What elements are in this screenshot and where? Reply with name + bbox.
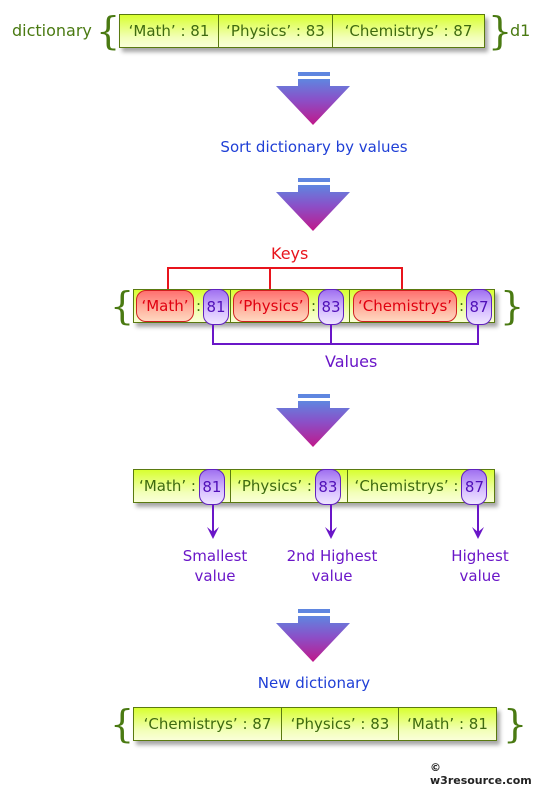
value-pill: 87: [466, 289, 493, 325]
dict-pair: ‘Chemistrys’ : 87: [348, 469, 494, 505]
keys-connector: [167, 267, 403, 269]
value-pill: 83: [318, 289, 345, 325]
down-arrow-icon: [276, 609, 350, 662]
new-dictionary: ‘Chemistrys’ : 87 ‘Physics’ : 83 ‘Math’ …: [133, 707, 497, 741]
open-brace: {: [96, 9, 121, 53]
key-text: ‘Physics’ :: [237, 477, 312, 495]
key-pill: ‘Chemistrys’: [353, 290, 457, 322]
pointer-arrow-icon: [325, 505, 337, 539]
annotation-line: value: [311, 567, 353, 585]
colon: :: [196, 297, 202, 315]
values-connector: [212, 325, 214, 345]
values-label: Values: [325, 352, 378, 371]
dict-item: ‘Chemistrys’ : 87: [344, 22, 473, 40]
dictionary-label: dictionary: [12, 21, 92, 40]
annotation-line: value: [459, 567, 501, 585]
values-connector: [477, 325, 479, 345]
key-text: ‘Chemistrys’ :: [354, 477, 459, 495]
key-text: ‘Math’ :: [139, 477, 196, 495]
keys-connector: [167, 267, 169, 289]
sort-step-label: Sort dictionary by values: [220, 138, 408, 156]
new-dictionary-label: New dictionary: [257, 674, 371, 692]
dict-item: ‘Physics’ : 83: [282, 708, 399, 740]
close-brace: }: [488, 9, 513, 53]
close-brace: }: [503, 702, 528, 746]
down-arrow-icon: [276, 72, 350, 125]
annotation-line: Highest: [451, 547, 509, 565]
key-pill: ‘Physics’: [233, 290, 309, 322]
value-pill: 83: [314, 469, 341, 505]
dict-pair: ‘Physics’ : 83: [231, 289, 350, 325]
open-brace: {: [110, 702, 135, 746]
dict-item: ‘Math’ : 81: [407, 715, 488, 733]
down-arrow-icon: [276, 394, 350, 447]
keys-connector: [401, 267, 403, 289]
value-pill: 87: [461, 469, 488, 505]
second-highest-annotation: 2nd Highest value: [276, 546, 388, 586]
annotation-line: value: [194, 567, 236, 585]
pointer-arrow-icon: [207, 505, 219, 539]
close-brace: }: [500, 284, 525, 328]
dict-item: ‘Chemistrys’ : 87: [134, 708, 282, 740]
value-pill: 81: [203, 289, 230, 325]
key-pill: ‘Math’: [136, 290, 194, 322]
highest-value-annotation: Highest value: [440, 546, 520, 586]
dict-pair: ‘Chemistrys’ : 87: [350, 289, 494, 325]
dict-pair: ‘Physics’ : 83: [231, 469, 348, 505]
values-connector: [212, 343, 479, 345]
colon: :: [459, 297, 465, 315]
colon: :: [311, 297, 317, 315]
open-brace: {: [110, 284, 135, 328]
key-value-dictionary: ‘Math’ : 81 ‘Physics’ : 83 ‘Chemistrys’ …: [133, 289, 495, 325]
value-pill: 81: [198, 469, 225, 505]
keys-label: Keys: [271, 244, 309, 263]
down-arrow-icon: [276, 178, 350, 231]
dict-pair: ‘Math’ : 81: [134, 289, 231, 325]
dict-item: ‘Physics’ : 83: [219, 15, 333, 47]
copyright-text: © w3resource.com: [430, 761, 532, 787]
pointer-arrow-icon: [472, 505, 484, 539]
smallest-value-annotation: Smallest value: [170, 546, 260, 586]
dict-item: ‘Math’ : 81: [120, 15, 219, 47]
annotation-line: Smallest: [182, 547, 248, 565]
dict-pair: ‘Math’ : 81: [134, 469, 231, 505]
original-dictionary: ‘Math’ : 81 ‘Physics’ : 83 ‘Chemistrys’ …: [119, 14, 485, 48]
values-highlighted-dictionary: ‘Math’ : 81 ‘Physics’ : 83 ‘Chemistrys’ …: [133, 469, 495, 505]
values-connector: [330, 325, 332, 345]
annotation-line: 2nd Highest: [286, 547, 378, 565]
d1-label: d1: [510, 21, 531, 40]
keys-connector: [269, 267, 271, 289]
